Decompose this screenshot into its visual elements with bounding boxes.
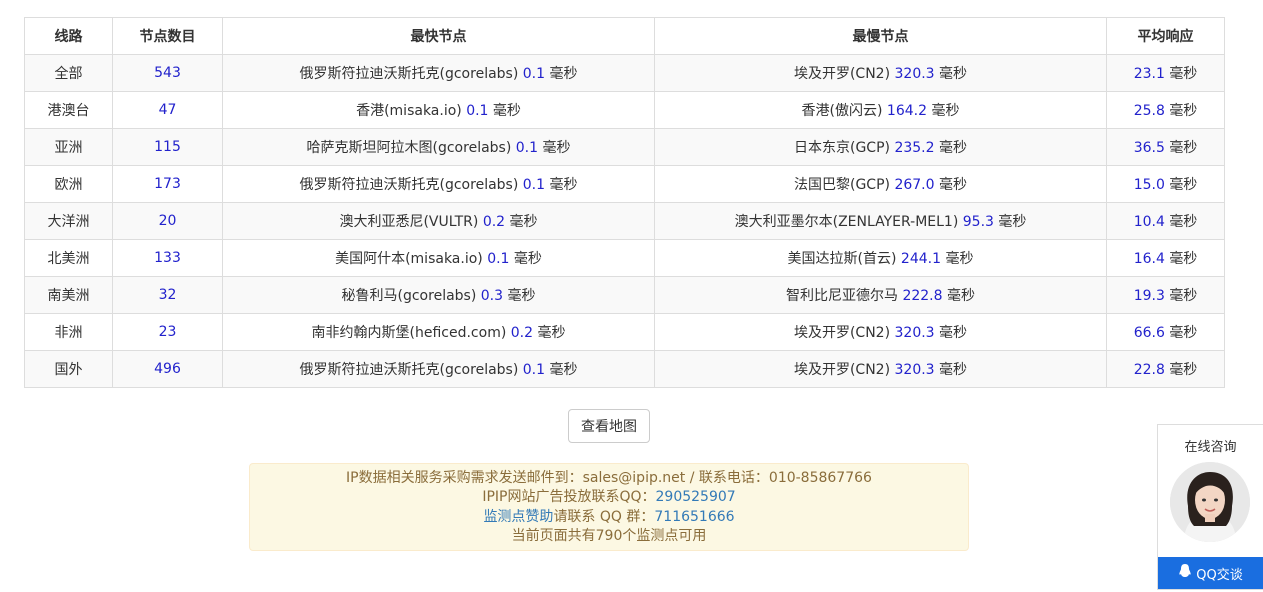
table-body: 全部 543 俄罗斯符拉迪沃斯托克(gcorelabs) 0.1 毫秒 埃及开罗(CN… [24,54,1225,388]
slowest-node: 香港(傲闪云) 164.2 毫秒 [654,91,1107,129]
slowest-node: 智利比尼亚德尔马 222.8 毫秒 [654,276,1107,314]
node-count: 173 [112,165,223,203]
fastest-node: 俄罗斯符拉迪沃斯托克(gcorelabs) 0.1 毫秒 [222,165,655,203]
node-count: 115 [112,128,223,166]
route-name: 北美洲 [24,239,113,277]
table-header-row: 线路 节点数目 最快节点 最慢节点 平均响应 [24,17,1225,55]
fastest-node: 哈萨克斯坦阿拉木图(gcorelabs) 0.1 毫秒 [222,128,655,166]
fastest-node: 香港(misaka.io) 0.1 毫秒 [222,91,655,129]
fastest-node: 秘鲁利马(gcorelabs) 0.3 毫秒 [222,276,655,314]
phone-text: 010-85867766 [768,470,872,486]
node-count: 32 [112,276,223,314]
fastest-node: 美国阿什本(misaka.io) 0.1 毫秒 [222,239,655,277]
table-row: 亚洲 115 哈萨克斯坦阿拉木图(gcorelabs) 0.1 毫秒 日本东京(GCP… [24,128,1225,166]
node-count: 47 [112,91,223,129]
header-fastest: 最快节点 [222,17,655,55]
route-name: 全部 [24,54,113,92]
fastest-node: 俄罗斯符拉迪沃斯托克(gcorelabs) 0.1 毫秒 [222,350,655,388]
table-row: 南美洲 32 秘鲁利马(gcorelabs) 0.3 毫秒 智利比尼亚德尔马 222.… [24,276,1225,314]
table-row: 大洋洲 20 澳大利亚悉尼(VULTR) 0.2 毫秒 澳大利亚墨尔本(ZENLAYE… [24,202,1225,240]
email-text: sales@ipip.net [582,470,686,486]
fastest-node: 南非约翰内斯堡(heficed.com) 0.2 毫秒 [222,313,655,351]
ad-qq-link[interactable]: 290525907 [656,489,736,505]
header-count: 节点数目 [112,17,223,55]
slowest-node: 法国巴黎(GCP) 267.0 毫秒 [654,165,1107,203]
slowest-node: 埃及开罗(CN2) 320.3 毫秒 [654,350,1107,388]
route-stats-table: 线路 节点数目 最快节点 最慢节点 平均响应 全部 543 俄罗斯符拉迪沃斯托克(g… [24,17,1225,388]
route-name: 港澳台 [24,91,113,129]
chat-title: 在线咨询 [1184,440,1237,455]
average-response: 66.6 毫秒 [1106,313,1225,351]
header-average: 平均响应 [1106,17,1225,55]
node-count: 496 [112,350,223,388]
avatar [1170,462,1250,542]
average-response: 10.4 毫秒 [1106,202,1225,240]
online-chat-widget: 在线咨询 QQ交谈 [1157,424,1263,590]
slowest-node: 埃及开罗(CN2) 320.3 毫秒 [654,313,1107,351]
node-count: 543 [112,54,223,92]
qq-icon [1178,563,1192,583]
node-count: 20 [112,202,223,240]
notice-line-sponsor: 监测点赞助请联系 QQ 群：711651666 [483,508,735,525]
node-count: 23 [112,313,223,351]
route-name: 欧洲 [24,165,113,203]
route-name: 南美洲 [24,276,113,314]
average-response: 15.0 毫秒 [1106,165,1225,203]
table-row: 北美洲 133 美国阿什本(misaka.io) 0.1 毫秒 美国达拉斯(首云) 2… [24,239,1225,277]
notice-line-ad: IPIP网站广告投放联系QQ：290525907 [482,489,736,506]
notice-line-email: IP数据相关服务采购需求发送邮件到：sales@ipip.net / 联系电话：… [346,470,872,486]
group-qq-link[interactable]: 711651666 [654,509,734,525]
average-response: 19.3 毫秒 [1106,276,1225,314]
table-row: 非洲 23 南非约翰内斯堡(heficed.com) 0.2 毫秒 埃及开罗(CN2)… [24,313,1225,351]
route-name: 大洋洲 [24,202,113,240]
route-name: 亚洲 [24,128,113,166]
sponsor-link[interactable]: 监测点赞助 [483,509,553,525]
average-response: 23.1 毫秒 [1106,54,1225,92]
contact-notice: IP数据相关服务采购需求发送邮件到：sales@ipip.net / 联系电话：… [249,463,969,551]
node-count: 133 [112,239,223,277]
header-route: 线路 [24,17,113,55]
table-row: 国外 496 俄罗斯符拉迪沃斯托克(gcorelabs) 0.1 毫秒 埃及开罗(CN… [24,350,1225,388]
route-name: 国外 [24,350,113,388]
slowest-node: 埃及开罗(CN2) 320.3 毫秒 [654,54,1107,92]
fastest-node: 澳大利亚悉尼(VULTR) 0.2 毫秒 [222,202,655,240]
header-slowest: 最慢节点 [654,17,1107,55]
slowest-node: 澳大利亚墨尔本(ZENLAYER-MEL1) 95.3 毫秒 [654,202,1107,240]
slowest-node: 日本东京(GCP) 235.2 毫秒 [654,128,1107,166]
fastest-node: 俄罗斯符拉迪沃斯托克(gcorelabs) 0.1 毫秒 [222,54,655,92]
table-row: 港澳台 47 香港(misaka.io) 0.1 毫秒 香港(傲闪云) 164.2 毫… [24,91,1225,129]
notice-line-count: 当前页面共有790个监测点可用 [511,528,707,545]
view-map-button[interactable]: 查看地图 [568,409,650,443]
average-response: 36.5 毫秒 [1106,128,1225,166]
average-response: 22.8 毫秒 [1106,350,1225,388]
qq-chat-label: QQ交谈 [1196,567,1243,583]
table-row: 欧洲 173 俄罗斯符拉迪沃斯托克(gcorelabs) 0.1 毫秒 法国巴黎(GC… [24,165,1225,203]
average-response: 16.4 毫秒 [1106,239,1225,277]
route-name: 非洲 [24,313,113,351]
qq-chat-button[interactable]: QQ交谈 [1158,557,1263,589]
average-response: 25.8 毫秒 [1106,91,1225,129]
table-row: 全部 543 俄罗斯符拉迪沃斯托克(gcorelabs) 0.1 毫秒 埃及开罗(CN… [24,54,1225,92]
slowest-node: 美国达拉斯(首云) 244.1 毫秒 [654,239,1107,277]
